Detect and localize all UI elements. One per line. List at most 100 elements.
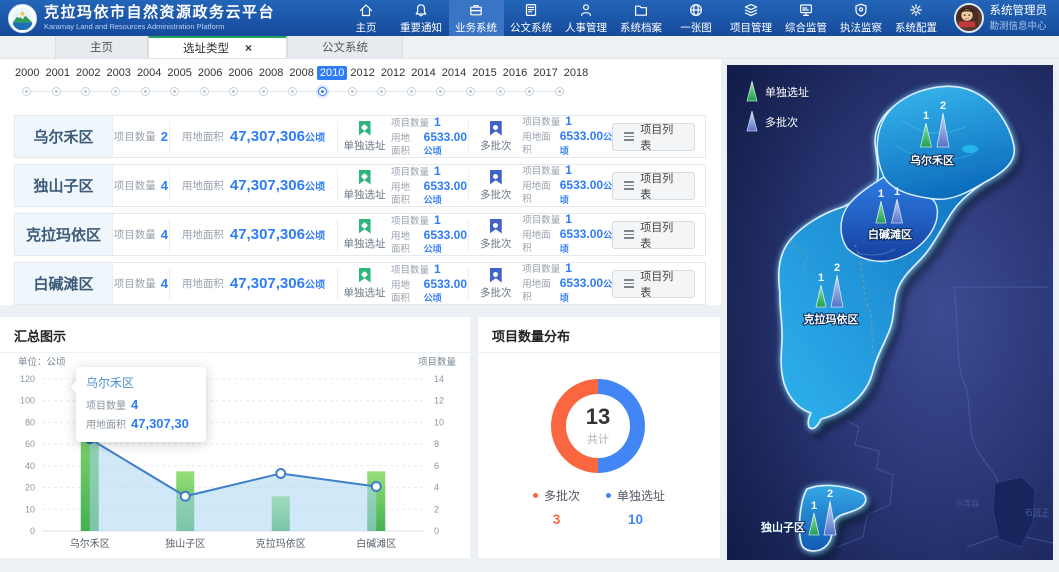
timeline-year-2018[interactable]: 2018 — [561, 66, 591, 80]
list-icon — [624, 132, 634, 141]
timeline-dot-2006[interactable] — [189, 87, 219, 96]
single-site-flag: 单独选址 — [338, 121, 391, 153]
timeline-year-2017[interactable]: 2017 — [530, 66, 560, 80]
nav-item-home[interactable]: 主页 — [339, 0, 394, 36]
timeline-year-2001[interactable]: 2001 — [42, 66, 72, 80]
project-count-value: 4 — [161, 276, 168, 291]
donut-legend-item[interactable]: 单独选址10 — [606, 487, 665, 527]
tooltip-title: 乌尔禾区 — [86, 374, 196, 391]
timeline-year-2005[interactable]: 2005 — [164, 66, 194, 80]
timeline-year-2004[interactable]: 2004 — [134, 66, 164, 80]
land-area-label: 用地面积 — [182, 178, 224, 193]
timeline-year-2006[interactable]: 2006 — [195, 66, 225, 80]
timeline-dot-2005[interactable] — [160, 87, 190, 96]
user-name: 系统管理员 — [990, 5, 1048, 18]
timeline-year-2008[interactable]: 2008 — [256, 66, 286, 80]
timeline-year-2010[interactable]: 2010 — [317, 66, 347, 80]
project-list-button[interactable]: 项目列表 — [612, 270, 695, 298]
nav-item-monitor[interactable]: 综合监管 — [779, 0, 834, 36]
tab-home[interactable]: 主页 — [55, 36, 148, 58]
single-site-flag: 单独选址 — [338, 219, 391, 251]
line-point-独山子区[interactable] — [181, 492, 190, 501]
timeline-dot-2012[interactable] — [337, 87, 367, 96]
district-row: 乌尔禾区项目数量2用地面积47,307,306公顷单独选址项目数量1用地面积65… — [14, 115, 706, 158]
nav-item-archive[interactable]: 系统档案 — [614, 0, 669, 36]
list-icon — [624, 230, 634, 239]
timeline-dot-2016[interactable] — [485, 87, 515, 96]
district-name: 白碱滩区 — [15, 263, 113, 304]
timeline-dot-2017[interactable] — [515, 87, 545, 96]
timeline-dot-2012[interactable] — [367, 87, 397, 96]
nav-item-gear[interactable]: 系统配置 — [889, 0, 944, 36]
line-point-克拉玛依区[interactable] — [276, 469, 285, 478]
nav-item-briefcase[interactable]: 业务系统 — [449, 0, 504, 36]
timeline-year-2006[interactable]: 2006 — [225, 66, 255, 80]
project-count-value: 2 — [161, 129, 168, 144]
timeline-year-2015[interactable]: 2015 — [469, 66, 499, 80]
timeline-dot-2003[interactable] — [101, 87, 131, 96]
tab-document-system[interactable]: 公文系统 — [287, 36, 403, 58]
timeline-year-2003[interactable]: 2003 — [103, 66, 133, 80]
nav-item-shield[interactable]: 执法监察 — [834, 0, 889, 36]
district-name: 独山子区 — [15, 165, 113, 206]
map-region-label: 乌尔禾区 — [910, 153, 954, 167]
timeline-dot-2018[interactable] — [544, 87, 574, 96]
timeline-dot-2000[interactable] — [12, 87, 42, 96]
user-department: 勘测信息中心 — [990, 18, 1048, 32]
timeline-year-2016[interactable]: 2016 — [500, 66, 530, 80]
nav-item-layers[interactable]: 项目管理 — [724, 0, 779, 36]
archive-icon — [633, 2, 649, 18]
timeline-dot-2002[interactable] — [71, 87, 101, 96]
single-site-ribbon-icon — [359, 121, 371, 136]
marker-single-count: 1 — [923, 110, 929, 122]
timeline-dot-2014[interactable] — [426, 87, 456, 96]
timeline-year-2008[interactable]: 2008 — [286, 66, 316, 80]
multi-batch-ribbon-icon — [490, 170, 502, 185]
legend-dot-icon — [533, 493, 538, 498]
multi-batch-flag: 多批次 — [469, 268, 522, 300]
nav-item-label: 重要通知 — [400, 20, 442, 35]
nav-item-label: 综合监管 — [785, 20, 827, 35]
nav-item-label: 系统档案 — [620, 20, 662, 35]
multi-batch-stats: 项目数量1用地面积6533.00公顷 — [522, 268, 612, 300]
timeline-dot-2008[interactable] — [249, 87, 279, 96]
right-axis-tick: 14 — [434, 374, 444, 384]
nav-item-person[interactable]: 人事管理 — [559, 0, 614, 36]
donut-legend-item[interactable]: 多批次3 — [533, 487, 580, 527]
timeline-dot-2006[interactable] — [219, 87, 249, 96]
timeline-dot-2014[interactable] — [397, 87, 427, 96]
timeline-dot-2010[interactable] — [308, 87, 338, 96]
left-axis-tick: 60 — [25, 439, 35, 449]
nav-item-bell[interactable]: 重要通知 — [394, 0, 449, 36]
multi-batch-ribbon-icon — [490, 121, 502, 136]
single-site-flag: 单独选址 — [338, 268, 391, 300]
tab-close-icon[interactable]: × — [245, 41, 252, 55]
timeline-dot-2008[interactable] — [278, 87, 308, 96]
timeline-dot-2001[interactable] — [42, 87, 72, 96]
map-neighbor-label: 石河子 — [1025, 507, 1049, 517]
timeline-year-2012[interactable]: 2012 — [378, 66, 408, 80]
nav-item-label: 一张图 — [680, 20, 712, 35]
nav-item-globe[interactable]: 一张图 — [669, 0, 724, 36]
project-list-button[interactable]: 项目列表 — [612, 172, 695, 200]
line-point-白碱滩区[interactable] — [372, 482, 381, 491]
bell-icon — [413, 2, 429, 18]
project-list-button[interactable]: 项目列表 — [612, 123, 695, 151]
nav-item-document[interactable]: 公文系统 — [504, 0, 559, 36]
tab-site-selection-type[interactable]: 选址类型× — [148, 36, 287, 58]
timeline-year-2012[interactable]: 2012 — [347, 66, 377, 80]
donut-center: 13 共计 — [551, 379, 645, 473]
user-menu[interactable]: 系统管理员 勘测信息中心 — [944, 0, 1059, 36]
avatar — [954, 3, 984, 33]
land-area-value: 47,307,306公顷 — [230, 275, 325, 292]
timeline-dot-2004[interactable] — [130, 87, 160, 96]
x-axis-label: 独山子区 — [165, 537, 205, 550]
project-list-button[interactable]: 项目列表 — [612, 221, 695, 249]
timeline-year-2014[interactable]: 2014 — [408, 66, 438, 80]
timeline-year-2002[interactable]: 2002 — [73, 66, 103, 80]
app-header: 克拉玛依市自然资源政务云平台 Karamay Land and Resource… — [0, 0, 1059, 36]
timeline-year-2014[interactable]: 2014 — [439, 66, 469, 80]
timeline-year-2000[interactable]: 2000 — [12, 66, 42, 80]
layers-icon — [743, 2, 759, 18]
timeline-dot-2015[interactable] — [456, 87, 486, 96]
